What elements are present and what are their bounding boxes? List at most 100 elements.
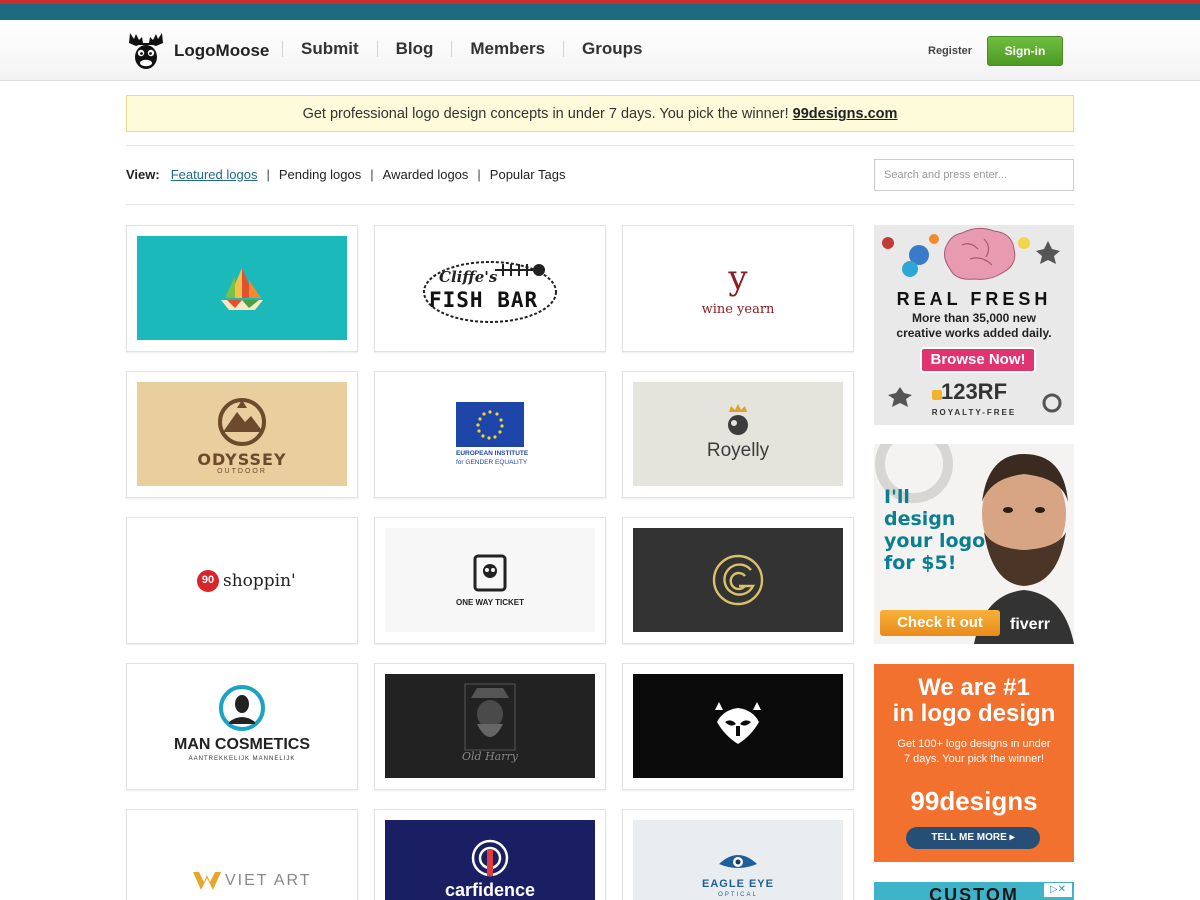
logo-thumbnail [633, 528, 843, 632]
ad-99designs-line2: in logo design [892, 700, 1056, 727]
logo-thumbnail: Royelly [633, 382, 843, 486]
logo-thumbnail: 90 shoppin' [137, 528, 347, 632]
man-cosmetics-subtext: AANTREKKELIJK MANNELIJK [188, 756, 296, 762]
ad-123rf-button[interactable]: Browse Now! [920, 347, 1036, 373]
view-label: View: [126, 167, 160, 182]
logo-card-cliffes-fish-bar[interactable]: Cliffe's FISH BAR [374, 225, 606, 352]
shoppin-badge-text: 90 [201, 574, 215, 586]
view-pending-logos[interactable]: Pending logos [279, 167, 361, 182]
view-popular-tags[interactable]: Popular Tags [490, 167, 566, 182]
ad-123rf-sub2: creative works added daily. [896, 326, 1052, 340]
ad-99designs-line1: We are #1 [918, 674, 1030, 701]
ad-123rf[interactable]: REAL FRESH More than 35,000 new creative… [874, 225, 1074, 425]
view-awarded-logos[interactable]: Awarded logos [383, 167, 469, 182]
logo-thumbnail: ODYSSEY OUTDOOR [137, 382, 347, 486]
logo-card-shoppin[interactable]: 90 shoppin' [126, 517, 358, 644]
cliffes-script: Cliffe's [439, 268, 498, 286]
logo-card-ornament[interactable] [622, 663, 854, 790]
nav-members[interactable]: Members [452, 39, 563, 59]
ad-99designs-brand: 99designs [910, 786, 1038, 816]
promo-text: Get professional logo design concepts in… [302, 106, 789, 122]
logo-thumbnail: carfidence [385, 820, 595, 900]
ad-fiverr-line2: design [884, 508, 956, 530]
ad-custom[interactable]: CUSTOM ▷✕ [874, 882, 1074, 900]
logo-card-odyssey[interactable]: ODYSSEY OUTDOOR [126, 371, 358, 498]
register-link[interactable]: Register [928, 45, 972, 57]
ad-99designs-sub2: 7 days. Your pick the winner! [903, 753, 1045, 765]
logo-card-man-cosmetics[interactable]: MAN COSMETICS AANTREKKELIJK MANNELIJK [126, 663, 358, 790]
eu-flag-logo-icon [456, 402, 524, 447]
view-separator: | [477, 167, 481, 182]
logo-card-european-institute[interactable]: EUROPEAN INSTITUTE for GENDER EQUALITY [374, 371, 606, 498]
logo-thumbnail: MAN COSMETICS AANTREKKELIJK MANNELIJK [137, 674, 347, 778]
shoppin-text: shoppin' [223, 571, 296, 591]
ad-fiverr-line4: for $5! [884, 552, 957, 574]
divider [126, 145, 1074, 146]
logo-card-monogram[interactable] [622, 517, 854, 644]
ad-123rf-sub1: More than 35,000 new [911, 311, 1037, 325]
gold-monogram-logo-icon [712, 554, 764, 606]
logo-card-eagle-eye[interactable]: EAGLE EYE OPTICAL [622, 809, 854, 900]
chevron-right-icon: ▸ [1009, 832, 1015, 843]
ornamental-crest-logo-icon [715, 702, 761, 744]
logo-thumbnail: EUROPEAN INSTITUTE for GENDER EQUALITY [385, 382, 595, 486]
logo-card-wine-yearn[interactable]: y wine yearn [622, 225, 854, 352]
logo-thumbnail: VIET ART [137, 820, 347, 900]
odyssey-text: ODYSSEY [197, 450, 287, 469]
fish-bar-text: FISH BAR [429, 288, 539, 312]
logo-card-royelly[interactable]: Royelly [622, 371, 854, 498]
ad-123rf-tag: ROYALTY-FREE [931, 408, 1017, 417]
promo-banner: Get professional logo design concepts in… [126, 95, 1074, 132]
viet-art-text: VIET ART [225, 872, 312, 889]
ad-99designs-button-label: TELL ME MORE [931, 832, 1007, 843]
ad-fiverr[interactable]: I'll design your logo for $5! Check it o… [874, 444, 1074, 644]
ad-123rf-brand: 123RF [940, 379, 1008, 404]
crown-logo-icon [728, 404, 748, 435]
man-portrait-logo-icon [219, 685, 265, 731]
site-header: LogoMoose Submit Blog Members Groups Reg… [0, 20, 1200, 81]
logo-card-old-harry[interactable]: Old Harry [374, 663, 606, 790]
ad-choices-icon[interactable]: ▷✕ [1044, 883, 1072, 897]
carfidence-text: carfidence [444, 880, 536, 900]
top-red-stripe [0, 0, 1200, 4]
moose-logo-icon[interactable] [126, 31, 166, 71]
ad-99designs[interactable]: We are #1 in logo design Get 100+ logo d… [874, 664, 1074, 862]
logo-card-one-way-ticket[interactable]: ONE WAY TICKET [374, 517, 606, 644]
signin-button[interactable]: Sign-in [987, 36, 1063, 66]
logo-thumbnail: Cliffe's FISH BAR [385, 236, 595, 340]
search-input[interactable] [874, 159, 1074, 191]
logo-thumbnail: EAGLE EYE OPTICAL [633, 820, 843, 900]
old-harry-text: Old Harry [462, 750, 518, 763]
nav-submit[interactable]: Submit [283, 39, 377, 59]
logo-thumbnail: ONE WAY TICKET [385, 528, 595, 632]
main-nav: Submit Blog Members Groups [282, 39, 660, 59]
logo-thumbnail: Old Harry [385, 674, 595, 778]
odyssey-subtext: OUTDOOR [217, 468, 267, 475]
promo-link[interactable]: 99designs.com [793, 106, 898, 122]
logo-card-viet-art[interactable]: VIET ART [126, 809, 358, 900]
ad-fiverr-line3: your logo [884, 530, 986, 552]
nav-blog[interactable]: Blog [378, 39, 452, 59]
ad-99designs-button[interactable]: TELL ME MORE ▸ [906, 827, 1040, 849]
top-color-bar [0, 0, 1200, 20]
logo-card-carfidence[interactable]: carfidence [374, 809, 606, 900]
view-filter-bar: View: Featured logos | Pending logos | A… [126, 167, 565, 182]
eagle-eye-subtext: OPTICAL [718, 892, 758, 898]
logo-card-boat[interactable] [126, 225, 358, 352]
nav-groups[interactable]: Groups [564, 39, 660, 59]
wine-yearn-text: wine yearn [701, 302, 775, 317]
ad-fiverr-button[interactable]: Check it out [880, 610, 1000, 636]
view-featured-logos[interactable]: Featured logos [171, 167, 258, 182]
one-way-ticket-text: ONE WAY TICKET [455, 598, 524, 607]
site-name[interactable]: LogoMoose [174, 41, 269, 61]
wine-mark: y [728, 258, 748, 298]
view-separator: | [266, 167, 270, 182]
ad-123rf-headline: REAL FRESH [896, 289, 1052, 309]
logo-thumbnail: y wine yearn [633, 236, 843, 340]
man-cosmetics-text: MAN COSMETICS [174, 736, 310, 753]
view-separator: | [370, 167, 374, 182]
eagle-eye-text: EAGLE EYE [702, 878, 774, 890]
ad-fiverr-line1: I'll [884, 486, 910, 508]
origami-boat-logo-icon [221, 268, 263, 310]
ad-fiverr-brand: fiverr [1010, 616, 1051, 633]
